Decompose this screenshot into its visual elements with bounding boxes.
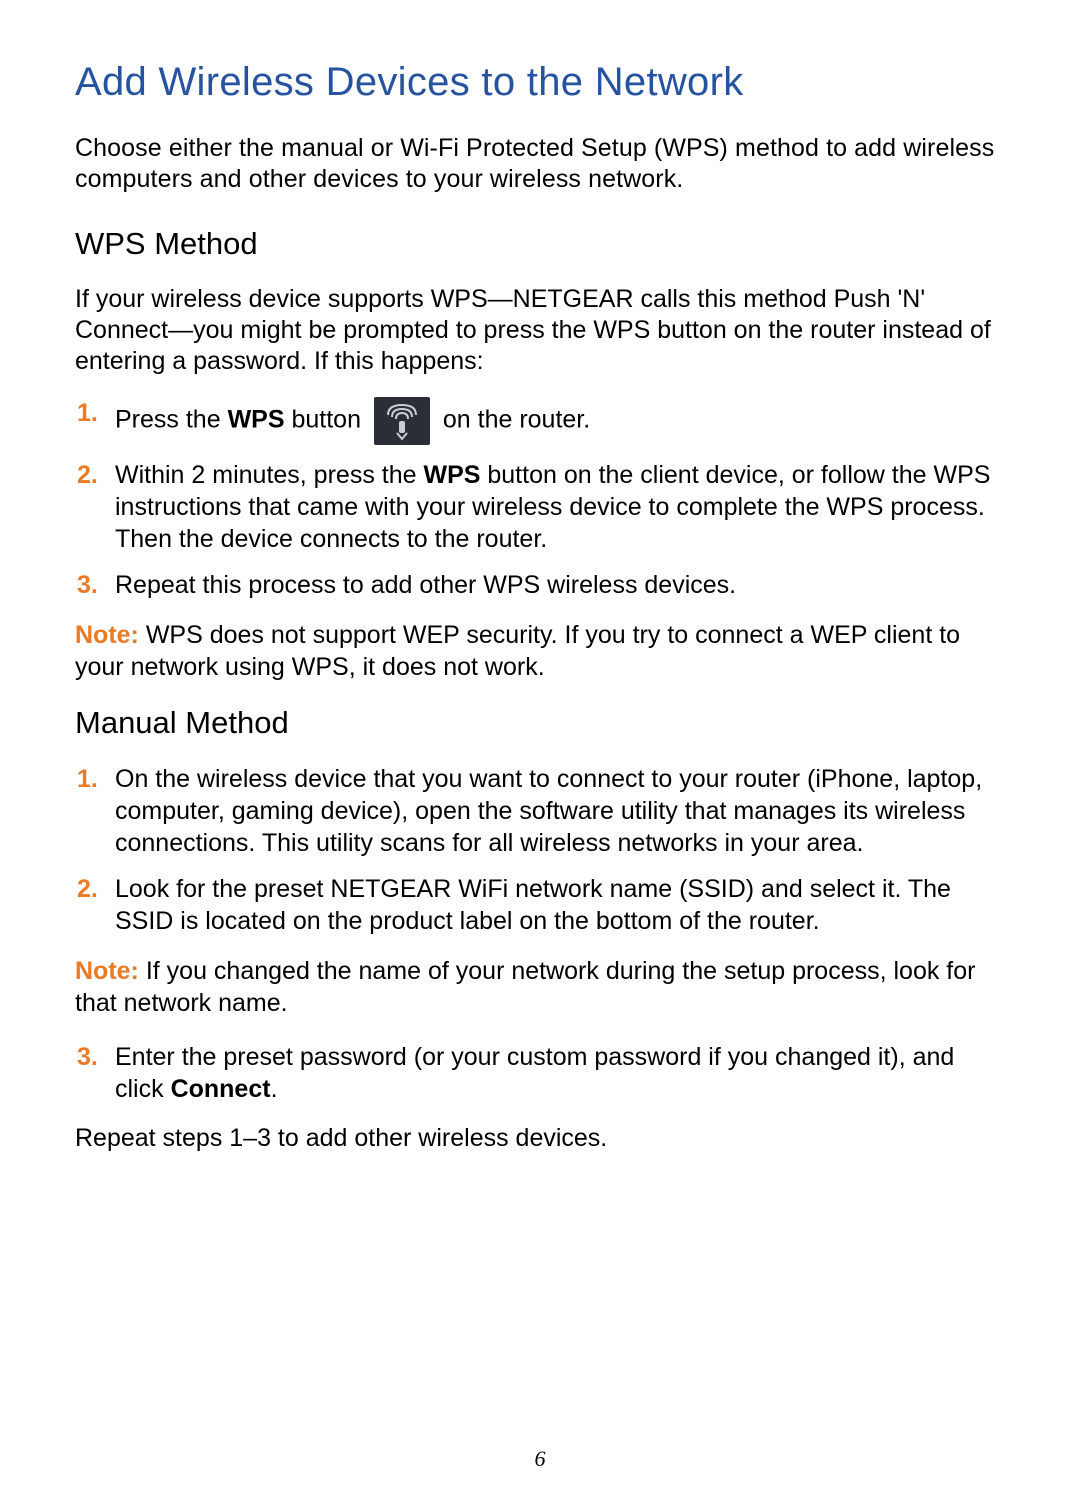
wps-steps-list: 1. Press the WPS button on the router. 2… [75,397,1005,601]
list-body: On the wireless device that you want to … [115,763,1005,859]
manual-step-3: 3. Enter the preset password (or your cu… [75,1041,1005,1105]
list-number: 1. [75,763,115,859]
list-body: Look for the preset NETGEAR WiFi network… [115,873,1005,937]
bold-text: WPS [228,406,285,434]
intro-paragraph: Choose either the manual or Wi-Fi Protec… [75,133,1005,196]
note-label: Note: [75,957,146,985]
note-label: Note: [75,621,146,649]
list-number: 2. [75,459,115,555]
list-body: Enter the preset password (or your custo… [115,1041,1005,1105]
manual-section: Manual Method 1. On the wireless device … [75,705,1005,1154]
wps-note: Note: WPS does not support WEP security.… [75,619,1005,683]
list-number: 3. [75,1041,115,1105]
list-number: 2. [75,873,115,937]
list-number: 3. [75,569,115,601]
bold-text: Connect [171,1075,271,1103]
text: on the router. [436,406,590,434]
manual-closing: Repeat steps 1–3 to add other wireless d… [75,1123,1005,1154]
manual-steps-list-2: 3. Enter the preset password (or your cu… [75,1041,1005,1105]
wps-step-2: 2. Within 2 minutes, press the WPS butto… [75,459,1005,555]
list-body: Repeat this process to add other WPS wir… [115,569,1005,601]
bold-text: WPS [423,461,480,489]
note-text: If you changed the name of your network … [75,957,975,1017]
wps-intro: If your wireless device supports WPS—NET… [75,284,1005,378]
note-text: WPS does not support WEP security. If yo… [75,621,960,681]
text: button [285,406,368,434]
list-number: 1. [75,397,115,445]
wps-step-1: 1. Press the WPS button on the router. [75,397,1005,445]
text: . [271,1075,278,1103]
wps-section: WPS Method If your wireless device suppo… [75,226,1005,684]
page-title: Add Wireless Devices to the Network [75,60,1005,105]
wps-step-3: 3. Repeat this process to add other WPS … [75,569,1005,601]
list-body: Press the WPS button on the router. [115,397,1005,445]
list-body: Within 2 minutes, press the WPS button o… [115,459,1005,555]
manual-step-1: 1. On the wireless device that you want … [75,763,1005,859]
manual-heading: Manual Method [75,705,1005,741]
manual-note: Note: If you changed the name of your ne… [75,955,1005,1019]
text: Within 2 minutes, press the [115,461,423,489]
manual-step-2: 2. Look for the preset NETGEAR WiFi netw… [75,873,1005,937]
wps-heading: WPS Method [75,226,1005,262]
manual-steps-list: 1. On the wireless device that you want … [75,763,1005,937]
page-number: 6 [0,1446,1080,1472]
text: Press the [115,406,228,434]
wps-button-icon [374,397,430,445]
